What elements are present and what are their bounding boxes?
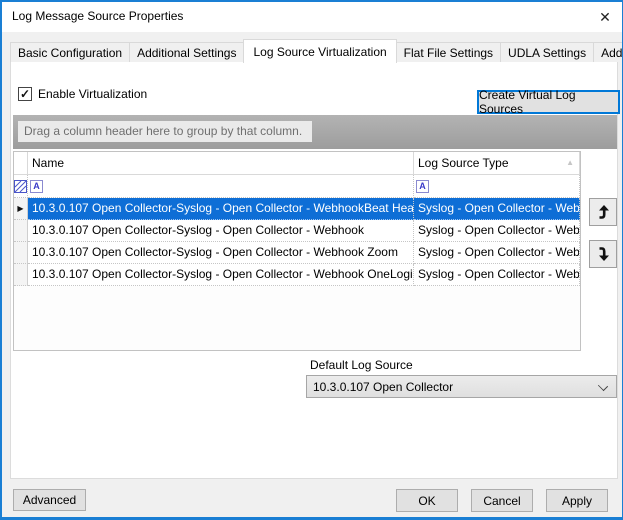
row-name-cell[interactable]: 10.3.0.107 Open Collector-Syslog - Open … [28, 198, 414, 220]
row-indicator-cell [14, 220, 28, 242]
column-header-log-source-type[interactable]: Log Source Type ▲ [414, 152, 580, 175]
group-by-bar[interactable]: Drag a column header here to group by th… [13, 115, 617, 149]
column-header-name[interactable]: Name [28, 152, 414, 175]
row-type-cell[interactable]: Syslog - Open Collector - Webh... [414, 264, 580, 286]
tab-basic-configuration[interactable]: Basic Configuration [10, 42, 130, 62]
row-indicator-cell [14, 242, 28, 264]
tab-strip: Basic Configuration Additional Settings … [10, 38, 623, 62]
arrow-down-icon [595, 246, 611, 262]
row-name-cell[interactable]: 10.3.0.107 Open Collector-Syslog - Open … [28, 242, 414, 264]
default-log-source-value: 10.3.0.107 Open Collector [313, 380, 453, 394]
filter-indicator-cell [14, 175, 28, 198]
default-log-source-label: Default Log Source [310, 358, 413, 372]
row-indicator-cell [14, 264, 28, 286]
row-type-cell[interactable]: Syslog - Open Collector - Webh... [414, 220, 580, 242]
text-filter-icon[interactable]: A [416, 180, 429, 193]
advanced-button[interactable]: Advanced [13, 489, 86, 511]
ok-button[interactable]: OK [396, 489, 458, 512]
tab-panel-log-source-virtualization: ✓ Enable Virtualization Create Virtual L… [10, 61, 618, 479]
current-row-marker-icon: ▶ [17, 205, 23, 213]
tab-udla-settings[interactable]: UDLA Settings [500, 42, 594, 62]
clear-filter-icon[interactable] [14, 180, 27, 193]
checkmark-icon: ✓ [20, 89, 30, 99]
filter-cell-name[interactable]: A [28, 175, 414, 198]
tab-flat-file-settings[interactable]: Flat File Settings [396, 42, 501, 62]
row-type-cell[interactable]: Syslog - Open Collector - Webh... [414, 198, 580, 220]
row-indicator-cell: ▶ [14, 198, 28, 220]
grid-filter-row: A A [14, 175, 580, 198]
log-message-source-properties-dialog: Log Message Source Properties ✕ Basic Co… [0, 0, 623, 520]
move-down-button[interactable] [589, 240, 617, 268]
enable-virtualization-checkbox[interactable]: ✓ [18, 87, 32, 101]
cancel-button[interactable]: Cancel [471, 489, 533, 512]
window-title: Log Message Source Properties [12, 9, 183, 23]
move-up-button[interactable] [589, 198, 617, 226]
table-row[interactable]: 10.3.0.107 Open Collector-Syslog - Open … [14, 264, 580, 286]
grid-header-row: Name Log Source Type ▲ [14, 152, 580, 175]
apply-button[interactable]: Apply [546, 489, 608, 512]
close-icon[interactable]: ✕ [592, 5, 618, 29]
virtual-log-sources-grid: Name Log Source Type ▲ A [13, 151, 581, 351]
row-name-cell[interactable]: 10.3.0.107 Open Collector-Syslog - Open … [28, 264, 414, 286]
row-name-cell[interactable]: 10.3.0.107 Open Collector-Syslog - Open … [28, 220, 414, 242]
filter-cell-log-source-type[interactable]: A [414, 175, 580, 198]
column-header-log-source-type-label: Log Source Type [418, 156, 509, 170]
group-by-hint: Drag a column header here to group by th… [18, 121, 312, 142]
header-indicator-cell [14, 152, 28, 175]
table-row[interactable]: ▶ 10.3.0.107 Open Collector-Syslog - Ope… [14, 198, 580, 220]
chevron-down-icon [598, 381, 608, 391]
default-log-source-dropdown[interactable]: 10.3.0.107 Open Collector [306, 375, 617, 398]
text-filter-icon[interactable]: A [30, 180, 43, 193]
table-row[interactable]: 10.3.0.107 Open Collector-Syslog - Open … [14, 242, 580, 264]
tab-additional-settings[interactable]: Additional Settings [129, 42, 244, 62]
enable-virtualization-label: Enable Virtualization [38, 87, 147, 101]
create-virtual-log-sources-button[interactable]: Create Virtual Log Sources [477, 90, 620, 114]
table-row[interactable]: 10.3.0.107 Open Collector-Syslog - Open … [14, 220, 580, 242]
sort-ascending-icon: ▲ [566, 159, 574, 167]
title-bar: Log Message Source Properties ✕ [2, 2, 622, 32]
arrow-up-icon [595, 204, 611, 220]
tab-additional-info[interactable]: Additional Info [593, 42, 623, 62]
tab-log-source-virtualization[interactable]: Log Source Virtualization [243, 39, 396, 63]
row-type-cell[interactable]: Syslog - Open Collector - Webh... [414, 242, 580, 264]
